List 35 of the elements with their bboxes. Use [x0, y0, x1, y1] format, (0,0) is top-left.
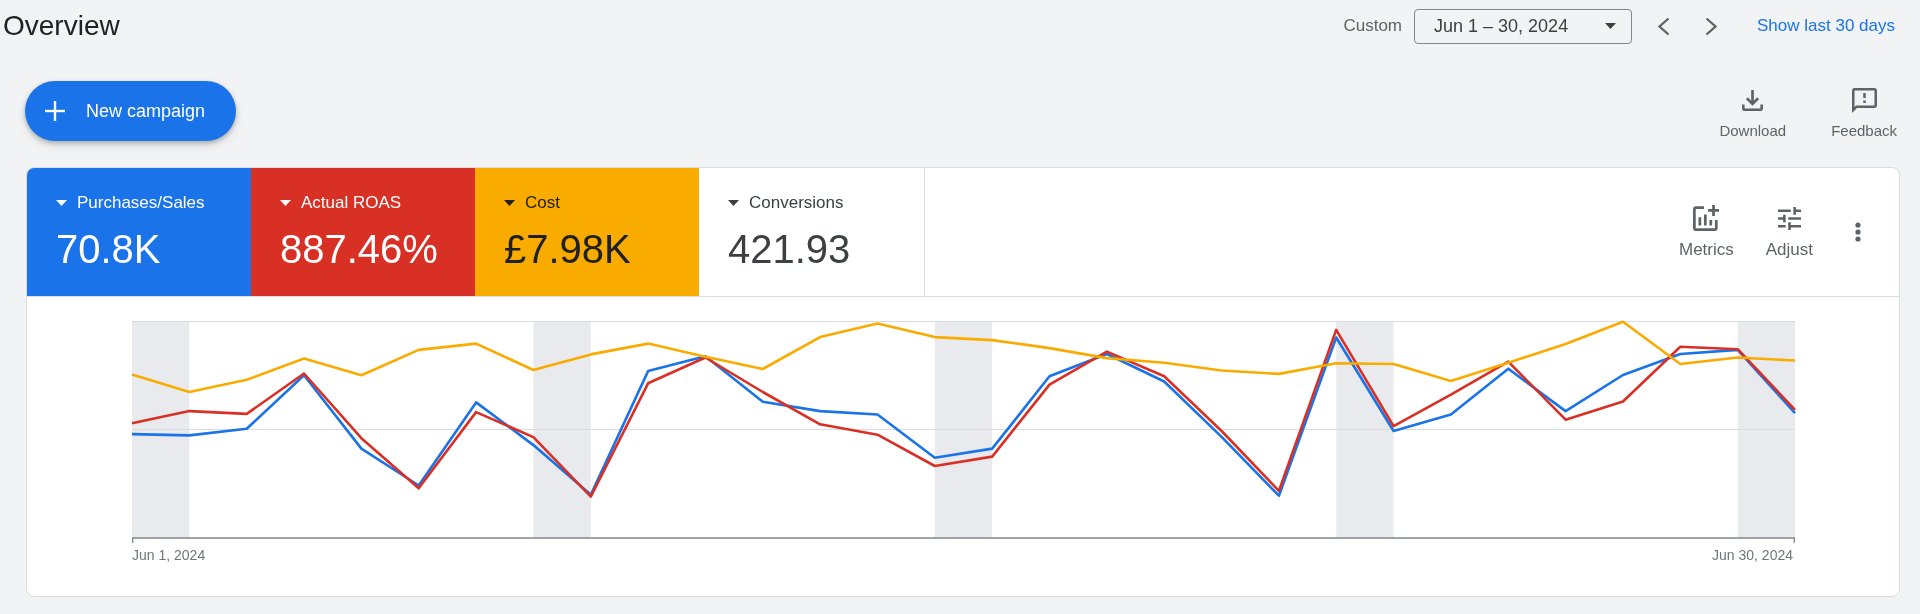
metric-name: Conversions	[749, 193, 844, 213]
caret-down-icon	[56, 200, 67, 206]
date-range-dropdown[interactable]: Jun 1 – 30, 2024	[1414, 8, 1633, 44]
metric-value: £7.98K	[504, 226, 632, 273]
metric-value: 70.8K	[56, 226, 162, 273]
caret-down-icon	[728, 200, 739, 206]
feedback-icon	[1851, 88, 1877, 113]
chevron-left-icon	[1656, 16, 1670, 36]
axis-date-label: Jun 1, 2024	[132, 547, 206, 564]
download-button[interactable]: Download	[1715, 81, 1791, 139]
date-preset-label: Custom	[1343, 15, 1403, 38]
metric-value: 887.46%	[280, 226, 439, 273]
more-icon	[1855, 222, 1861, 242]
caret-down-icon	[504, 200, 515, 206]
caret-down-icon	[1605, 23, 1617, 29]
download-icon	[1742, 90, 1764, 111]
metric-name: Purchases/Sales	[77, 193, 205, 213]
metric-tile[interactable]: Actual ROAS 887.46%	[251, 168, 475, 296]
metric-name: Actual ROAS	[301, 193, 402, 213]
chevron-right-icon	[1704, 16, 1718, 36]
caret-down-icon	[280, 200, 291, 206]
plus-icon	[45, 101, 65, 121]
metric-tile[interactable]: Cost £7.98K	[475, 168, 699, 296]
metrics-button[interactable]: Metrics	[1673, 204, 1739, 260]
sliders-icon	[1777, 206, 1801, 230]
new-campaign-button[interactable]: New campaign	[25, 81, 237, 141]
date-shortcut-link[interactable]: Show last 30 days	[1757, 13, 1895, 39]
axis-date-label: Jun 30, 2024	[1712, 547, 1793, 564]
add-chart-icon	[1693, 205, 1720, 231]
metric-name: Cost	[525, 193, 560, 213]
metric-tile[interactable]: Purchases/Sales 70.8K	[27, 168, 251, 296]
page-title: Overview	[3, 9, 120, 43]
feedback-button[interactable]: Feedback	[1827, 81, 1901, 139]
metric-value: 421.93	[728, 226, 852, 273]
adjust-button[interactable]: Adjust	[1760, 204, 1818, 260]
